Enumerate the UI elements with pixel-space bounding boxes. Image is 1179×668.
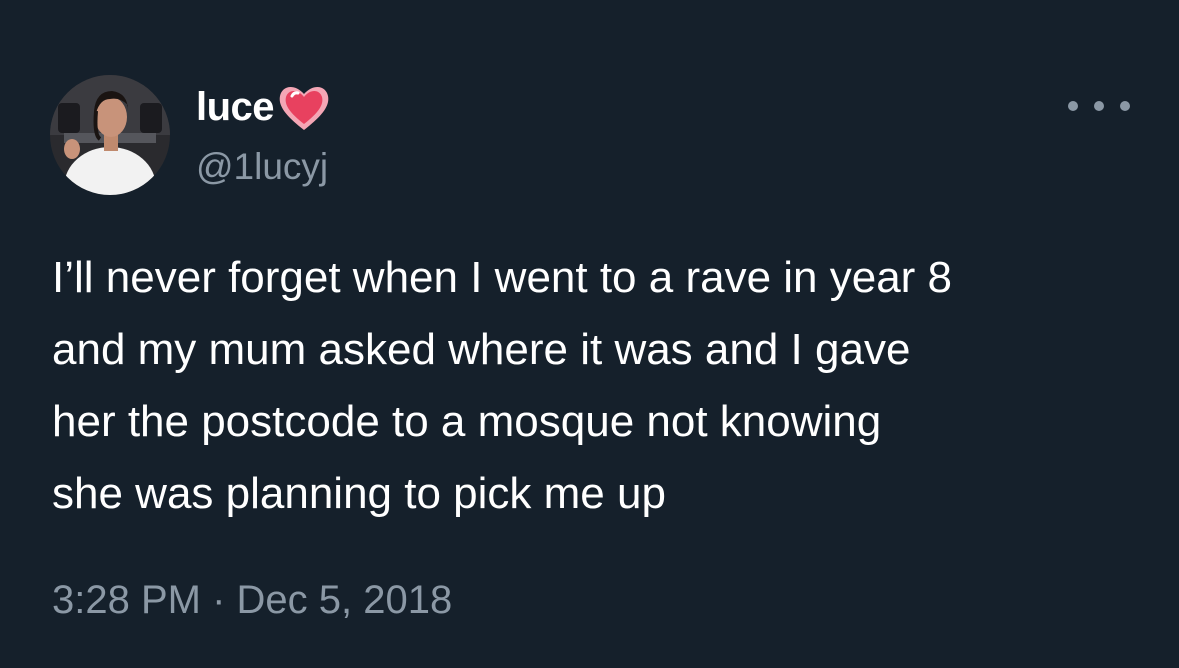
tweet-text-line: her the postcode to a mosque not knowing: [52, 397, 882, 446]
avatar-image: [50, 75, 170, 195]
user-handle[interactable]: @1lucyj: [196, 146, 328, 188]
tweet-timestamp[interactable]: 3:28 PM · Dec 5, 2018: [52, 578, 452, 623]
more-options-button[interactable]: [1068, 92, 1130, 120]
more-icon-dot: [1120, 101, 1130, 111]
more-icon-dot: [1094, 101, 1104, 111]
more-icon-dot: [1068, 101, 1078, 111]
tweet-text-line: she was planning to pick me up: [52, 469, 666, 518]
tweet-text-line: I’ll never forget when I went to a rave …: [52, 253, 953, 302]
avatar[interactable]: [50, 75, 170, 195]
tweet-text-line: and my mum asked where it was and I gave: [52, 325, 911, 374]
tweet-text: I’ll never forget when I went to a rave …: [52, 242, 1152, 530]
display-name[interactable]: luce: [196, 85, 275, 130]
display-name-row[interactable]: luce: [196, 78, 332, 136]
tweet-card: luce @1lucyj I’ll never forget when I we…: [0, 0, 1179, 668]
heart-icon: [279, 87, 329, 130]
